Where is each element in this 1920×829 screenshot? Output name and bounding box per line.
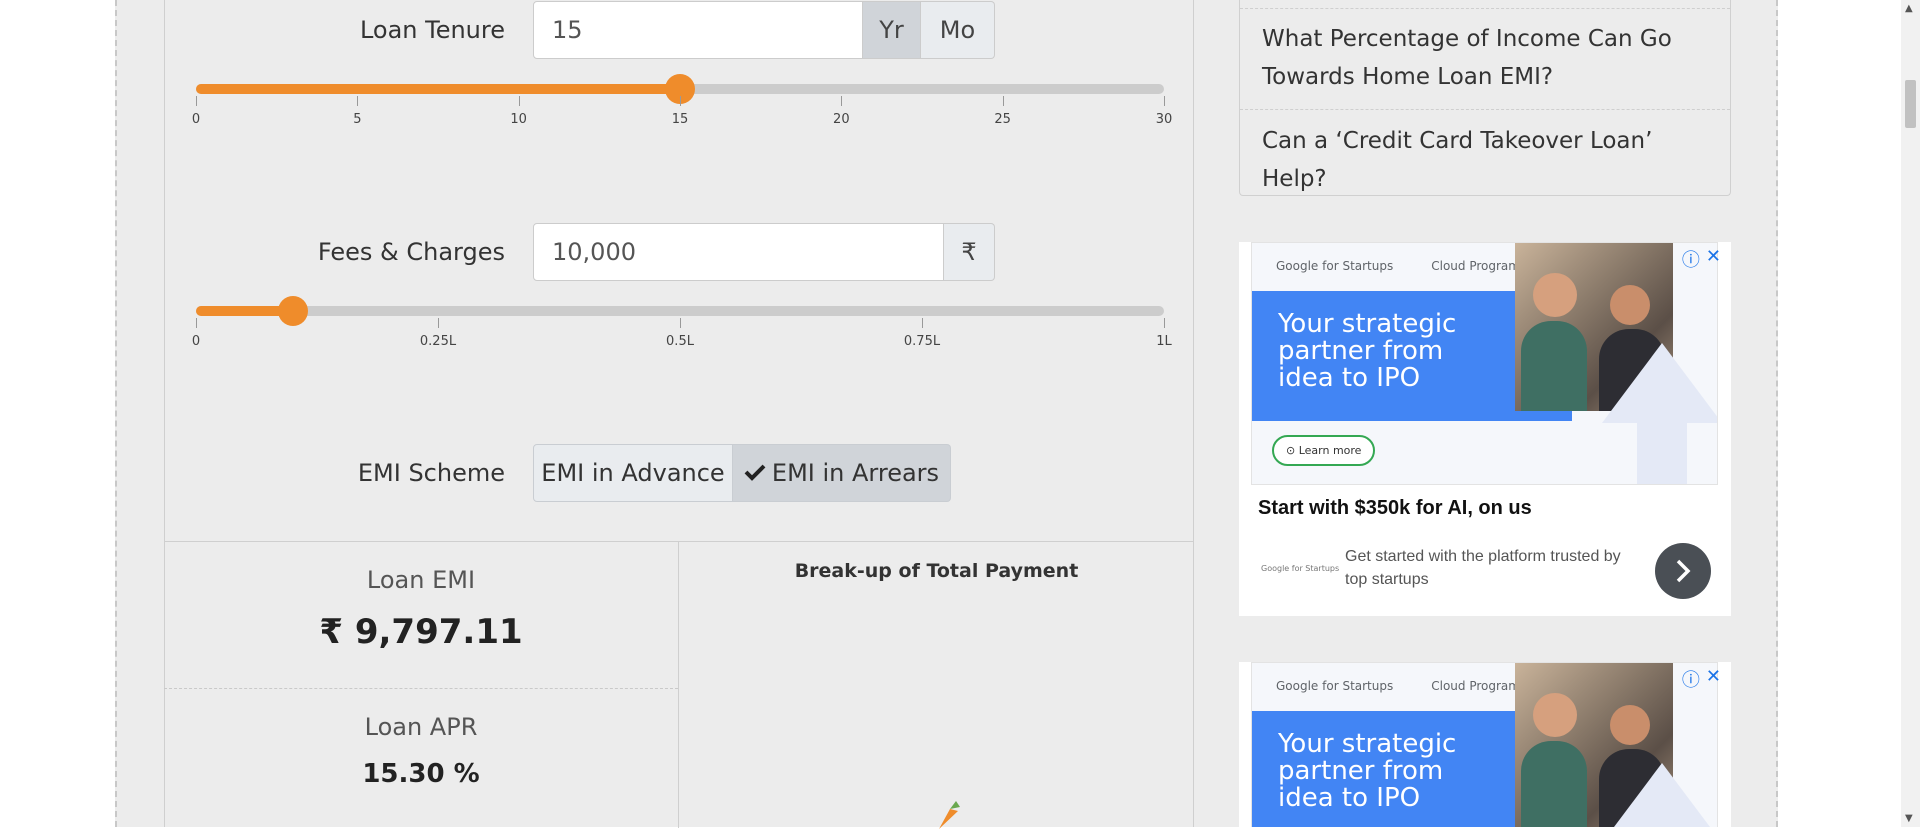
slider-tick [438,318,439,328]
arrow-up-graphic [1602,343,1717,423]
loan-apr-value: 15.30 % [362,759,480,789]
scroll-down-icon[interactable]: ▼ [1905,813,1913,824]
google-for-startups-logo: Google for Startups [1276,259,1394,273]
loan-tenure-input-group: 15 Yr Mo [533,1,995,59]
emi-scheme-toggle: EMI in Advance EMI in Arrears [533,444,951,502]
fees-charges-input-group: 10,000 ₹ [533,223,995,281]
ad-logos: Google for Startups Cloud Program [1276,259,1520,273]
slider-tick [841,96,843,106]
loan-apr-title: Loan APR [364,713,478,741]
tenure-year-toggle[interactable]: Yr [863,1,921,59]
slider-tick-label: 25 [994,112,1011,127]
fees-charges-slider[interactable] [196,296,1164,326]
close-icon[interactable]: ✕ [1706,666,1721,692]
advertisement-1[interactable]: Google for Startups Cloud Program Your s… [1239,242,1731,616]
fees-charges-input[interactable]: 10,000 [533,223,944,281]
ad-next-button[interactable] [1655,543,1711,599]
cloud-program-logo: Cloud Program [1431,679,1520,693]
slider-tick-label: 0.75L [903,334,941,349]
slider-tick-label: 10 [510,112,527,127]
ad-choices[interactable]: ⓘ ✕ [1682,246,1721,272]
list-separator [1240,8,1730,9]
chevron-right-icon [1676,559,1691,583]
ad-title[interactable]: Start with $350k for AI, on us [1258,497,1532,520]
slider-tick [922,318,923,328]
cloud-program-logo: Cloud Program [1431,259,1520,273]
results-section: Loan EMI ₹ 9,797.11 Loan APR 15.30 % Bre… [164,541,1194,829]
emi-in-arrears-button[interactable]: EMI in Arrears [733,444,951,502]
page-scrollbar[interactable]: ▲ ▼ [1901,0,1920,827]
slider-tick-label: 5 [353,112,362,127]
ad-banner[interactable]: Google for Startups Cloud Program Your s… [1251,662,1718,827]
fees-charges-slider-handle[interactable] [277,296,308,326]
list-item-home-loan-emi-income[interactable]: What Percentage of Income Can Go Towards… [1240,20,1730,96]
chart-title: Break-up of Total Payment [794,560,1079,582]
slider-tick [1002,96,1004,106]
loan-tenure-label: Loan Tenure [359,16,505,44]
ad-headline: Your strategic partner from idea to IPO [1278,729,1457,813]
list-separator [1240,109,1730,110]
tenure-month-toggle[interactable]: Mo [921,1,995,59]
info-icon[interactable]: ⓘ [1682,246,1700,272]
checkmark-icon [744,459,766,487]
ad-logos: Google for Startups Cloud Program [1276,679,1520,693]
ad-small-logo: Google for Startups [1261,564,1340,573]
emi-in-advance-button[interactable]: EMI in Advance [533,444,733,502]
results-left-column: Loan EMI ₹ 9,797.11 Loan APR 15.30 % [164,542,679,828]
slider-tick [680,96,681,106]
slider-tick [357,96,359,106]
advertisement-2[interactable]: Google for Startups Cloud Program Your s… [1239,662,1731,827]
slider-tick [1164,318,1165,328]
ad-banner[interactable]: Google for Startups Cloud Program Your s… [1251,242,1718,485]
loan-emi-value: ₹ 9,797.11 [319,612,523,652]
pie-chart-fragment [939,801,960,829]
learn-more-button[interactable]: ⊙ Learn more [1272,435,1376,466]
slider-tick-label: 0.25L [419,334,457,349]
google-for-startups-logo: Google for Startups [1276,679,1394,693]
slider-tick-label: 1L [1156,334,1172,349]
learn-more-label: Learn more [1298,444,1362,457]
scroll-up-icon[interactable]: ▲ [1905,3,1913,14]
arrow-up-graphic [1602,763,1717,827]
related-articles-list: What Percentage of Income Can Go Towards… [1239,0,1731,196]
loan-emi-title: Loan EMI [366,566,476,594]
results-divider [164,688,678,689]
ad-choices[interactable]: ⓘ ✕ [1682,666,1721,692]
slider-tick [196,96,197,106]
chevron-right-icon: ⊙ [1286,444,1296,457]
slider-tick [196,318,197,328]
loan-tenure-input[interactable]: 15 [533,1,863,59]
ad-description: Get started with the platform trusted by… [1345,548,1621,588]
slider-tick-label: 0 [191,112,201,127]
list-item-credit-card-takeover[interactable]: Can a ‘Credit Card Takeover Loan’ Help? [1240,122,1730,198]
slider-tick-label: 15 [671,112,689,127]
loan-apr-box: Loan APR 15.30 % [164,713,678,789]
emi-in-arrears-label: EMI in Arrears [771,459,940,487]
rupee-addon: ₹ [944,223,995,281]
ad-headline: Your strategic partner from idea to IPO [1278,309,1457,393]
fees-charges-label: Fees & Charges [317,238,505,266]
loan-tenure-slider-fill [196,84,680,94]
loan-tenure-slider[interactable] [196,74,1164,104]
close-icon[interactable]: ✕ [1706,246,1721,272]
slider-tick [518,96,520,106]
slider-tick-label: 20 [833,112,850,127]
slider-tick [680,318,681,328]
slider-tick-label: 30 [1155,112,1173,127]
slider-tick [1164,96,1165,106]
slider-tick-label: 0 [191,334,201,349]
info-icon[interactable]: ⓘ [1682,666,1700,692]
emi-scheme-label: EMI Scheme [357,459,505,487]
arrow-stem-graphic [1637,421,1687,484]
slider-tick-label: 0.5L [666,334,694,349]
loan-emi-box: Loan EMI ₹ 9,797.11 [164,566,678,652]
scrollbar-thumb[interactable] [1905,80,1916,128]
